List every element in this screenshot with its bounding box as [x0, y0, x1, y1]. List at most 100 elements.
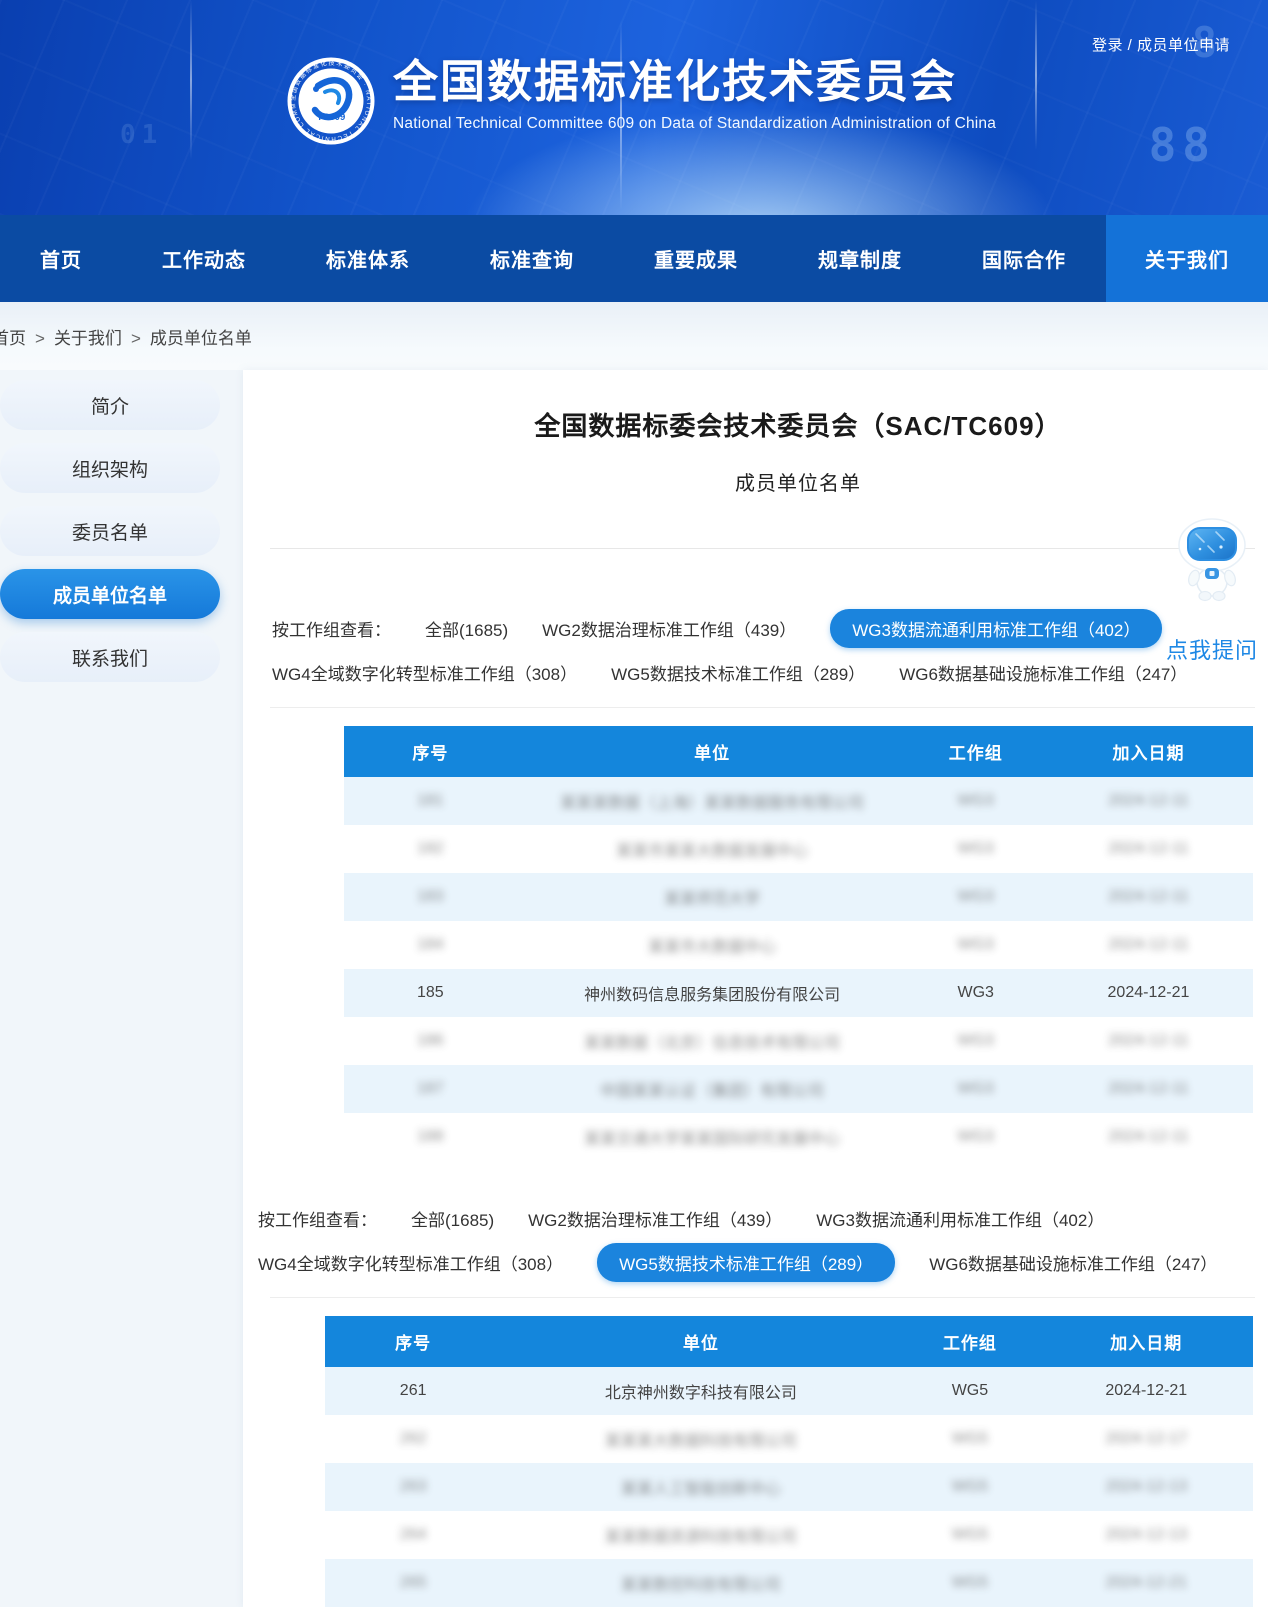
login-link[interactable]: 登录 / 成员单位申请 — [1092, 34, 1230, 55]
filter-tab-wg-all[interactable]: 全部(1685) — [411, 1200, 494, 1237]
redacted-text: WG5 — [952, 1574, 988, 1591]
cell-date: 2024-12-13 — [1040, 1511, 1253, 1559]
filter-tab-wg[interactable]: WG2数据治理标准工作组（439） — [528, 1200, 782, 1237]
nav-item-intl[interactable]: 国际合作 — [942, 215, 1106, 302]
table-row: 261北京神州数字科技有限公司WG52024-12-21 — [325, 1367, 1253, 1415]
redacted-text: 某某人工智能创新中心 — [621, 1481, 781, 1498]
table-header-cell: 工作组 — [908, 726, 1044, 777]
cell-date: 2024-12-11 — [1044, 1017, 1253, 1065]
cell-wg: WG3 — [908, 1113, 1044, 1161]
cell-no: 187 — [344, 1065, 517, 1113]
cell-unit: 某某某大数据科技有限公司 — [501, 1415, 900, 1463]
redacted-text: 188 — [417, 1128, 444, 1145]
redacted-text: WG3 — [958, 1128, 994, 1145]
cell-wg: WG3 — [908, 1065, 1044, 1113]
nav-item-query[interactable]: 标准查询 — [450, 215, 614, 302]
page-subtitle: 成员单位名单 — [343, 467, 1253, 496]
redacted-text: 某某某大数据科技有限公司 — [605, 1433, 797, 1450]
redacted-text: WG3 — [958, 1032, 994, 1049]
assistant-widget[interactable]: 点我提问 — [1160, 518, 1264, 665]
cell-no: 265 — [325, 1559, 501, 1607]
cell-no: 181 — [344, 777, 517, 825]
sidebar-item-member-units[interactable]: 成员单位名单 — [0, 569, 220, 619]
content-card: 全国数据标委会技术委员会（SAC/TC609） 成员单位名单 — [243, 370, 1268, 1607]
cell-date: 2024-12-17 — [1040, 1415, 1253, 1463]
filter-row-2: WG4全域数字化转型标准工作组（308） WG5数据技术标准工作组（289） WG6… — [243, 653, 1268, 691]
filter-tab-wg[interactable]: WG5数据技术标准工作组（289） — [597, 1243, 895, 1282]
cell-wg: WG5 — [900, 1463, 1039, 1511]
breadcrumb-separator: > — [131, 329, 141, 348]
cell-wg: WG3 — [908, 873, 1044, 921]
redacted-text: 2024-12-11 — [1108, 1080, 1189, 1097]
title-divider — [270, 548, 1255, 549]
nav-item-results[interactable]: 重要成果 — [614, 215, 778, 302]
page-title: 全国数据标委会技术委员会（SAC/TC609） — [343, 406, 1253, 443]
cell-no: 186 — [344, 1017, 517, 1065]
breadcrumb-item[interactable]: 关于我们 — [54, 329, 122, 348]
tc609-logo: 全国数据标准化技术委员会 · NATIONAL TECHNICAL COMMIT… — [287, 56, 375, 151]
cell-unit: 某某人工智能创新中心 — [501, 1463, 900, 1511]
cell-text: 2024-12-21 — [1108, 984, 1190, 1001]
filter-row-1: 按工作组查看：全部(1685)WG2数据治理标准工作组（439）WG3数据流通利… — [243, 1199, 1268, 1237]
filter-tab-wg-all[interactable]: 全部(1685) — [425, 610, 508, 647]
filter-tab-wg[interactable]: WG3数据流通利用标准工作组（402） — [830, 609, 1162, 648]
nav-item-about[interactable]: 关于我们 — [1106, 215, 1268, 302]
sidebar-item-contact[interactable]: 联系我们 — [0, 632, 220, 682]
cell-wg: WG5 — [900, 1559, 1039, 1607]
table-row: 185神州数码信息服务集团股份有限公司WG32024-12-21 — [344, 969, 1253, 1017]
cell-date: 2024-12-21 — [1040, 1559, 1253, 1607]
light-streak — [1035, 0, 1037, 150]
filter-tab-wg[interactable]: WG4全域数字化转型标准工作组（308） — [272, 654, 577, 691]
nav-item-news[interactable]: 工作动态 — [122, 215, 286, 302]
nav-item-rules[interactable]: 规章制度 — [778, 215, 942, 302]
logo-tc609-text: TC609 — [317, 112, 346, 123]
redacted-text: 262 — [400, 1430, 427, 1447]
sidebar-item-members[interactable]: 委员名单 — [0, 506, 220, 556]
cell-no: 264 — [325, 1511, 501, 1559]
assistant-label[interactable]: 点我提问 — [1160, 633, 1264, 665]
cell-wg: WG5 — [900, 1415, 1039, 1463]
cell-date: 2024-12-21 — [1040, 1367, 1253, 1415]
filter-group-label: 按工作组查看： — [272, 616, 391, 641]
filter-tab-wg[interactable]: WG6数据基础设施标准工作组（247） — [899, 654, 1187, 691]
breadcrumb-item[interactable]: 首页 — [0, 329, 26, 348]
cell-text: 261 — [400, 1382, 427, 1399]
redacted-text: WG5 — [952, 1526, 988, 1543]
cell-text: WG3 — [958, 984, 994, 1001]
redacted-text: 某某数控科技有限公司 — [621, 1577, 781, 1594]
cell-text: 2024-12-21 — [1105, 1382, 1187, 1399]
redacted-text: 某某交通大学某某国际研究发展中心 — [584, 1131, 840, 1148]
filter-tab-wg[interactable]: WG6数据基础设施标准工作组（247） — [929, 1244, 1217, 1281]
cell-no: 185 — [344, 969, 517, 1017]
cell-unit: 北京神州数字科技有限公司 — [501, 1367, 900, 1415]
redacted-text: 264 — [400, 1526, 427, 1543]
cell-date: 2024-12-11 — [1044, 921, 1253, 969]
filter-tab-wg[interactable]: WG2数据治理标准工作组（439） — [542, 610, 796, 647]
redacted-text: 2024-12-11 — [1108, 888, 1189, 905]
cell-unit: 中国某某认证（集团）有限公司 — [517, 1065, 908, 1113]
robot-mascot-icon[interactable] — [1172, 589, 1252, 606]
nav-item-system[interactable]: 标准体系 — [286, 215, 450, 302]
redacted-text: 某某某数据（上海）某某数据服务有限公司 — [560, 795, 864, 812]
filter-tab-wg[interactable]: WG3数据流通利用标准工作组（402） — [816, 1200, 1104, 1237]
cell-unit: 某某交通大学某某国际研究发展中心 — [517, 1113, 908, 1161]
cell-unit: 某某数据（北京）信息技术有限公司 — [517, 1017, 908, 1065]
table-header-row: 序号单位工作组加入日期 — [344, 726, 1253, 777]
cell-unit: 某某师范大学 — [517, 873, 908, 921]
cell-wg: WG3 — [908, 1017, 1044, 1065]
cell-date: 2024-12-21 — [1044, 969, 1253, 1017]
table-row: 188某某交通大学某某国际研究发展中心WG32024-12-11 — [344, 1113, 1253, 1161]
filter-tab-wg[interactable]: WG5数据技术标准工作组（289） — [611, 654, 865, 691]
redacted-text: 2024-12-17 — [1105, 1430, 1187, 1447]
sidebar-item-intro[interactable]: 简介 — [0, 380, 220, 430]
redacted-text: 某某数据（北京）信息技术有限公司 — [584, 1035, 840, 1052]
nav-item-home[interactable]: 首页 — [0, 215, 122, 302]
content-area: 简介组织架构委员名单成员单位名单联系我们 全国数据标委会技术委员会（SAC/TC… — [0, 370, 1268, 1607]
redacted-text: 184 — [417, 936, 444, 953]
redacted-text: WG3 — [958, 936, 994, 953]
member-table: 序号单位工作组加入日期261北京神州数字科技有限公司WG52024-12-212… — [325, 1316, 1253, 1607]
filter-tab-wg[interactable]: WG4全域数字化转型标准工作组（308） — [258, 1244, 563, 1281]
cell-date: 2024-12-11 — [1044, 1065, 1253, 1113]
sidebar-item-structure[interactable]: 组织架构 — [0, 443, 220, 493]
cell-wg: WG3 — [908, 777, 1044, 825]
